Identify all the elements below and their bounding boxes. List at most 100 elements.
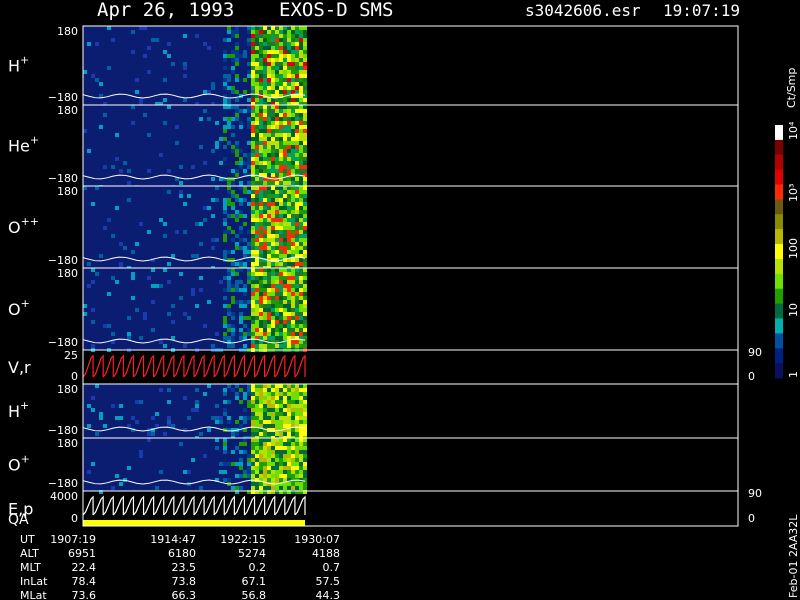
heatmap-cell: [291, 194, 295, 198]
colorbar: 10⁴10³100101: [775, 121, 800, 379]
sweep-segment: [132, 495, 145, 516]
heatmap-cell: [223, 222, 227, 226]
heatmap-cell: [187, 416, 191, 420]
heatmap-cell: [243, 186, 247, 190]
heatmap-cell: [275, 133, 279, 137]
heatmap-cell: [291, 470, 295, 474]
heatmap-cell: [291, 328, 295, 332]
heatmap-cell: [271, 466, 275, 470]
heatmap-cell: [251, 145, 255, 149]
heatmap-cell: [251, 242, 255, 246]
heatmap-cell: [291, 304, 295, 308]
heatmap-cell: [303, 312, 307, 316]
heatmap-cell: [275, 268, 279, 272]
heatmap-cell: [247, 280, 251, 284]
heatmap-cell: [267, 82, 271, 86]
qa-bar: [83, 520, 305, 526]
heatmap-cell: [275, 308, 279, 312]
heatmap-cell: [119, 262, 123, 266]
heatmap-cell: [303, 432, 307, 436]
heatmap-cell: [259, 438, 263, 442]
heatmap-cell: [251, 157, 255, 161]
heatmap-cell: [115, 280, 119, 284]
heatmap-cell: [267, 388, 271, 392]
heatmap-cell: [251, 438, 255, 442]
heatmap-cell: [191, 288, 195, 292]
heatmap-cell: [263, 105, 267, 109]
heatmap-cell: [259, 396, 263, 400]
heatmap-cell: [243, 288, 247, 292]
heatmap-cell: [267, 408, 271, 412]
heatmap-cell: [271, 169, 275, 173]
sweep-segment: [294, 495, 306, 516]
heatmap-cell: [275, 344, 279, 348]
heatmap-cell: [287, 86, 291, 90]
heatmap-cell: [299, 396, 303, 400]
heatmap-cell: [295, 462, 299, 466]
heatmap-cell: [267, 384, 271, 388]
heatmap-cell: [295, 46, 299, 50]
heatmap-cell: [263, 74, 267, 78]
heatmap-cell: [263, 292, 267, 296]
heatmap-cell: [303, 181, 307, 185]
heatmap-cell: [183, 34, 187, 38]
heatmap-cell: [267, 30, 271, 34]
heatmap-cell: [259, 202, 263, 206]
heatmap-cell: [283, 316, 287, 320]
heatmap-cell: [243, 304, 247, 308]
heatmap-cell: [211, 86, 215, 90]
heatmap-cell: [295, 304, 299, 308]
heatmap-cell: [283, 78, 287, 82]
heatmap-cell: [287, 46, 291, 50]
heatmap-cell: [147, 432, 151, 436]
heatmap-cell: [207, 46, 211, 50]
heatmap-cell: [215, 121, 219, 125]
heatmap-cell: [111, 486, 115, 490]
heatmap-cell: [119, 169, 123, 173]
heatmap-cell: [275, 450, 279, 454]
footer-row-name: MLat: [20, 589, 47, 600]
heatmap-cell: [275, 145, 279, 149]
heatmap-cell: [303, 78, 307, 82]
heatmap-cell: [151, 268, 155, 272]
heatmap-cell: [267, 125, 271, 129]
heatmap-cell: [227, 428, 231, 432]
heatmap-cell: [299, 250, 303, 254]
heatmap-cell: [247, 42, 251, 46]
heatmap-cell: [183, 74, 187, 78]
heatmap-cell: [251, 454, 255, 458]
heatmap-cell: [195, 404, 199, 408]
colorbar-segment: [775, 184, 783, 200]
heatmap-cell: [303, 250, 307, 254]
heatmap-cell: [263, 304, 267, 308]
heatmap-cell: [303, 161, 307, 165]
heatmap-cell: [255, 428, 259, 432]
heatmap-cell: [251, 280, 255, 284]
heatmap-cell: [235, 280, 239, 284]
heatmap-cell: [227, 250, 231, 254]
heatmap-cell: [167, 190, 171, 194]
heatmap-cell: [283, 420, 287, 424]
heatmap-cell: [135, 400, 139, 404]
heatmap-cell: [295, 438, 299, 442]
sweep-segment: [112, 354, 124, 378]
heatmap-cell: [179, 194, 183, 198]
heatmap-cell: [259, 125, 263, 129]
heatmap-cell: [287, 177, 291, 181]
heatmap-cell: [183, 62, 187, 66]
heatmap-cell: [275, 320, 279, 324]
heatmap-cell: [275, 276, 279, 280]
heatmap-cell: [259, 404, 263, 408]
heatmap-cell: [251, 420, 255, 424]
heatmap-cell: [255, 344, 259, 348]
heatmap-cell: [95, 432, 99, 436]
heatmap-cell: [291, 288, 295, 292]
sweep-segment: [193, 495, 205, 516]
heatmap-cell: [255, 420, 259, 424]
heatmap-cell: [263, 129, 267, 133]
heatmap-cell: [263, 300, 267, 304]
heatmap-cell: [291, 420, 295, 424]
heatmap-cell: [247, 258, 251, 262]
heatmap-cell: [255, 177, 259, 181]
heatmap-cell: [295, 284, 299, 288]
